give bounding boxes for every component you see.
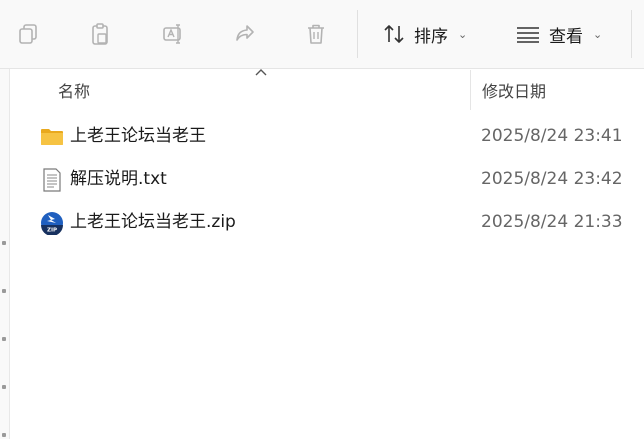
- toolbar-divider: [357, 10, 358, 58]
- svg-text:ZIP: ZIP: [47, 228, 57, 234]
- folder-icon: [41, 129, 63, 145]
- navigation-pane-edge: [0, 69, 10, 439]
- share-button[interactable]: [225, 14, 265, 54]
- file-name: 上老王论坛当老王.zip: [70, 212, 236, 232]
- share-icon: [236, 25, 254, 41]
- delete-button[interactable]: [296, 14, 336, 54]
- sort-menu-button[interactable]: 排序 ⌄: [382, 14, 467, 54]
- expand-arrow-icon[interactable]: [2, 289, 6, 293]
- view-label: 查看: [549, 26, 583, 47]
- file-date: 2025/8/24 23:41: [481, 126, 623, 146]
- trash-icon: [308, 24, 324, 44]
- column-modified-label: 修改日期: [482, 82, 547, 101]
- clipboard-icon: [92, 23, 108, 45]
- column-divider[interactable]: [470, 70, 471, 110]
- list-item[interactable]: 解压说明.txt 2025/8/24 23:42: [10, 158, 644, 201]
- file-name: 解压说明.txt: [70, 169, 167, 189]
- expand-arrow-icon[interactable]: [2, 433, 6, 437]
- list-item[interactable]: 上老王论坛当老王 2025/8/24 23:41: [10, 115, 644, 158]
- command-bar: 排序 ⌄ 查看 ⌄: [0, 0, 644, 68]
- column-header-name[interactable]: 名称: [58, 70, 458, 110]
- view-list-icon: [517, 27, 539, 43]
- expand-arrow-icon[interactable]: [2, 241, 6, 245]
- toolbar-border: [0, 68, 644, 69]
- expand-arrow-icon[interactable]: [2, 385, 6, 389]
- chevron-down-icon: ⌄: [593, 27, 603, 41]
- file-date: 2025/8/24 23:42: [481, 169, 623, 189]
- rename-button[interactable]: [153, 14, 193, 54]
- list-item[interactable]: ZIP 上老王论坛当老王.zip 2025/8/24 21:33: [10, 201, 644, 244]
- copy-button[interactable]: [8, 14, 48, 54]
- file-date: 2025/8/24 21:33: [481, 212, 623, 232]
- rename-icon: [163, 24, 181, 44]
- sort-label: 排序: [414, 26, 448, 47]
- sort-icon: [384, 25, 404, 43]
- copy-icon: [19, 24, 37, 44]
- column-header-modified[interactable]: 修改日期: [482, 70, 632, 110]
- file-name: 上老王论坛当老王: [70, 126, 206, 146]
- expand-arrow-icon[interactable]: [2, 337, 6, 341]
- view-menu-button[interactable]: 查看 ⌄: [515, 14, 602, 54]
- chevron-down-icon: ⌄: [458, 27, 468, 41]
- zip-archive-icon: ZIP: [41, 212, 63, 235]
- text-file-icon: [43, 168, 61, 192]
- toolbar-divider: [631, 10, 632, 58]
- paste-button[interactable]: [80, 14, 120, 54]
- column-name-label: 名称: [58, 82, 91, 101]
